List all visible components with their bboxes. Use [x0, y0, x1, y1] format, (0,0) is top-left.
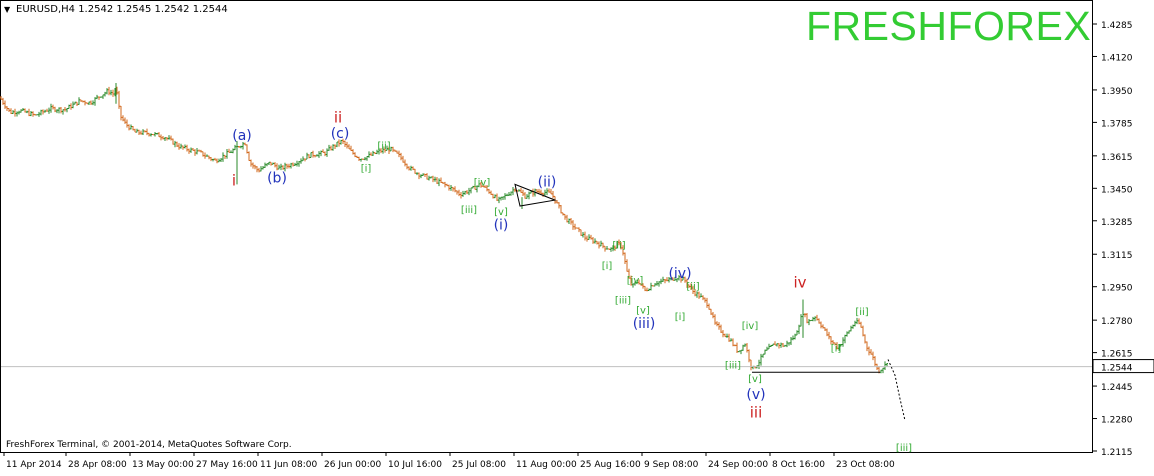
wave-label[interactable]: [i]: [602, 261, 613, 272]
wave-label[interactable]: (iii): [633, 316, 656, 332]
wave-label[interactable]: [v]: [748, 374, 762, 385]
price-tick-label: 1.3615: [1101, 153, 1133, 163]
price-tick-label: 1.3450: [1101, 185, 1133, 195]
time-tick-label: 23 Oct 08:00: [836, 460, 895, 470]
price-chart[interactable]: 1.4285 1.4120 1.3950 1.3785 1.3615 1.3450 1.32…: [0, 0, 1154, 472]
wave-label[interactable]: [v]: [636, 305, 650, 316]
time-tick-label: 11 Apr 2014: [6, 460, 62, 470]
time-tick-label: 26 Jun 00:00: [324, 460, 381, 470]
price-tick-label: 1.2115: [1101, 448, 1133, 458]
symbol-header: EURUSD,H4 1.2542 1.2545 1.2542 1.2544: [16, 4, 228, 15]
wave-label[interactable]: (iv): [668, 266, 691, 282]
wave-label[interactable]: [iv]: [742, 321, 759, 332]
wave-label[interactable]: [ii]: [686, 282, 699, 293]
last-price-marker: 1.2544: [1092, 359, 1154, 374]
wave-label[interactable]: (v): [746, 387, 765, 403]
price-tick-label: 1.3950: [1101, 87, 1133, 97]
wave-label[interactable]: [iii]: [725, 360, 741, 371]
time-tick-label: 9 Sep 08:00: [644, 460, 699, 470]
time-tick-label: 28 Apr 08:00: [68, 460, 127, 470]
wave-label[interactable]: [i]: [675, 312, 686, 323]
wave-label[interactable]: [ii]: [377, 141, 390, 152]
wave-label[interactable]: [iii]: [615, 295, 631, 306]
price-tick-label: 1.3785: [1101, 119, 1133, 129]
wave-label[interactable]: [iv]: [474, 177, 491, 188]
wave-label[interactable]: i: [232, 171, 236, 189]
wave-label[interactable]: [i]: [361, 164, 372, 175]
wave-label[interactable]: iii: [750, 404, 763, 422]
price-tick-label: 1.2280: [1101, 416, 1133, 426]
wave-label[interactable]: [iii]: [896, 443, 912, 454]
price-tick-label: 1.2445: [1101, 383, 1133, 393]
price-tick-label: 1.2950: [1101, 284, 1133, 294]
watermark-logo: FRESHFOREX: [806, 3, 1092, 49]
time-tick-label: 27 May 16:00: [196, 460, 258, 470]
wave-label[interactable]: [i]: [831, 344, 842, 355]
price-tick-label: 1.3115: [1101, 251, 1133, 261]
wave-label[interactable]: iv: [793, 274, 806, 292]
last-price-label: 1.2544: [1101, 364, 1133, 374]
price-tick-label: 1.3285: [1101, 218, 1133, 228]
wave-label[interactable]: [ii]: [855, 307, 868, 318]
time-tick-label: 8 Oct 16:00: [772, 460, 825, 470]
wave-label[interactable]: (ii): [538, 174, 557, 190]
wave-label[interactable]: [v]: [494, 207, 508, 218]
time-tick-label: 24 Sep 00:00: [708, 460, 768, 470]
chart-window[interactable]: 1.4285 1.4120 1.3950 1.3785 1.3615 1.3450 1.32…: [0, 0, 1154, 472]
time-tick-label: 11 Aug 00:00: [516, 460, 577, 470]
wave-label[interactable]: [ii]: [612, 240, 625, 251]
menu-arrow-icon[interactable]: ▼: [4, 6, 10, 14]
wave-label[interactable]: (b): [267, 170, 287, 186]
price-tick-label: 1.4285: [1101, 21, 1133, 31]
price-tick-label: 1.2615: [1101, 350, 1133, 360]
time-tick-label: 13 May 00:00: [132, 460, 194, 470]
footer-copyright: FreshForex Terminal, © 2001-2014, MetaQu…: [6, 440, 292, 450]
time-tick-label: 25 Jul 08:00: [452, 460, 506, 470]
price-tick-label: 1.4120: [1101, 53, 1133, 63]
wave-label[interactable]: (c): [331, 126, 350, 142]
time-tick-label: 11 Jun 08:00: [260, 460, 317, 470]
wave-label[interactable]: [iv]: [627, 276, 644, 287]
price-tick-label: 1.2780: [1101, 317, 1133, 327]
wave-label[interactable]: ii: [334, 108, 342, 126]
wave-label[interactable]: (a): [232, 128, 252, 144]
wave-label[interactable]: [iii]: [461, 205, 477, 216]
time-tick-label: 10 Jul 16:00: [388, 460, 442, 470]
wave-label[interactable]: (i): [494, 218, 509, 234]
time-tick-label: 25 Aug 16:00: [580, 460, 641, 470]
